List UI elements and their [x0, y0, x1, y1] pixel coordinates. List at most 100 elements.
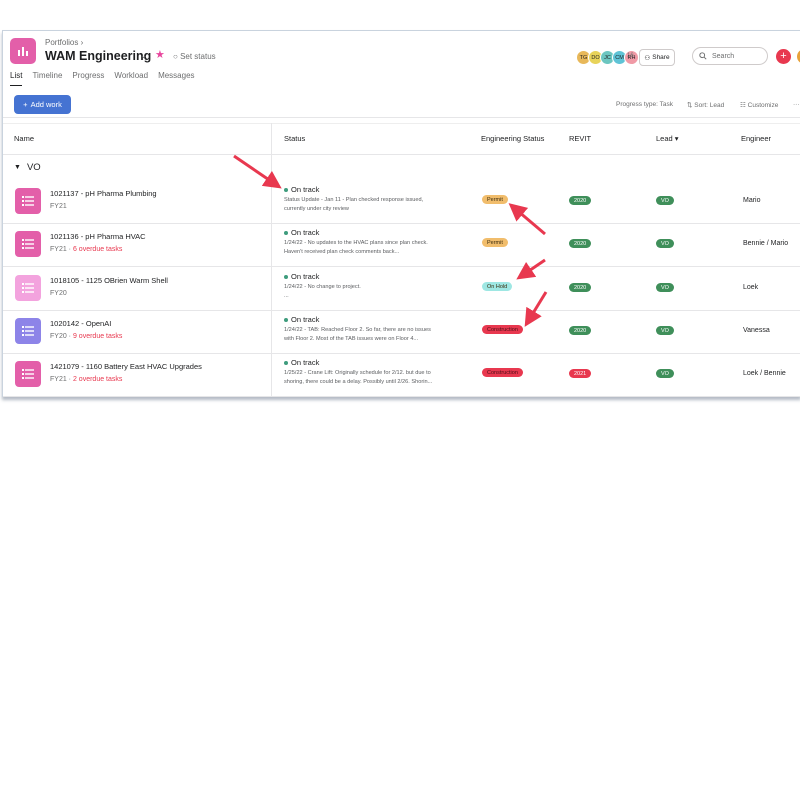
column-header-engineer[interactable]: Engineer — [741, 134, 771, 143]
project-name[interactable]: 1021136 - pH Pharma HVAC — [50, 232, 146, 241]
status-cell[interactable]: On track 1/24/22 - TAB: Reached Floor 2. … — [284, 315, 469, 343]
list-icon — [22, 196, 34, 206]
status-cell[interactable]: On track 1/25/22 - Crane Lift: Originally… — [284, 358, 469, 386]
column-header-revit[interactable]: REVIT — [569, 134, 591, 143]
project-name[interactable]: 1020142 - OpenAI — [50, 319, 111, 328]
engineer-name[interactable]: Vanessa — [743, 327, 770, 334]
revit-badge[interactable]: 2020 — [569, 326, 592, 335]
tab-workload[interactable]: Workload — [114, 71, 148, 86]
engineering-status-badge[interactable]: Construction — [482, 325, 523, 334]
project-name[interactable]: 1018105 - 1125 OBrien Warm Shell — [50, 276, 168, 285]
revit-badge[interactable]: 2020 — [569, 283, 592, 292]
quick-add-button[interactable]: + — [776, 49, 791, 64]
project-list-icon[interactable] — [15, 318, 41, 344]
star-icon[interactable]: ★ — [155, 48, 165, 61]
lead-badge[interactable]: VO — [656, 369, 674, 378]
engineering-status-badge[interactable]: Permit — [482, 238, 508, 247]
tab-list[interactable]: List — [10, 71, 23, 86]
sort-down-icon: ▾ — [674, 134, 679, 143]
project-meta: FY21 · 2 overdue tasks — [50, 376, 123, 383]
app-window: Portfolios › WAM Engineering ⌄ ★ ○ Set s… — [2, 30, 800, 397]
engineer-name[interactable]: Loek — [743, 284, 758, 291]
status-dot-icon — [284, 187, 288, 192]
more-options-button[interactable]: ··· — [793, 101, 800, 108]
page-title[interactable]: WAM Engineering — [45, 49, 151, 63]
engineer-name[interactable]: Loek / Bennie — [743, 370, 786, 377]
sort-button[interactable]: ⇅ Sort: Lead — [687, 101, 724, 109]
portfolio-icon — [18, 47, 28, 56]
status-update-text: ... — [284, 292, 289, 299]
project-list-icon[interactable] — [15, 361, 41, 387]
table-row[interactable]: 1020142 - OpenAI FY20 · 9 overdue tasks On… — [3, 310, 800, 354]
add-work-label: Add work — [30, 100, 62, 109]
share-button[interactable]: ⚇ Share — [639, 49, 675, 66]
overdue-tasks[interactable]: 2 overdue tasks — [73, 376, 122, 383]
set-status-button[interactable]: ○ Set status — [173, 52, 216, 61]
progress-type-button[interactable]: Progress type: Task — [616, 101, 673, 108]
project-list-icon[interactable] — [15, 275, 41, 301]
status-cell[interactable]: On track Status Update - Jan 11 - Plan ch… — [284, 185, 469, 213]
project-list-icon[interactable] — [15, 231, 41, 257]
fiscal-year: FY21 — [50, 376, 67, 383]
add-work-button[interactable]: + Add work — [14, 95, 71, 114]
status-dot-icon — [284, 230, 288, 235]
table-row[interactable]: 1021136 - pH Pharma HVAC FY21 · 6 overdue… — [3, 223, 800, 267]
tab-messages[interactable]: Messages — [158, 71, 194, 86]
engineering-status-badge[interactable]: Permit — [482, 195, 508, 204]
search-input[interactable]: Search — [692, 47, 768, 65]
project-icon[interactable] — [10, 38, 36, 64]
tab-timeline[interactable]: Timeline — [32, 71, 62, 86]
status-dot-icon — [284, 360, 288, 365]
project-name[interactable]: 1421079 - 1160 Battery East HVAC Upgrade… — [50, 362, 202, 371]
status-label: On track — [291, 358, 320, 367]
table-row[interactable]: 1021137 - pH Pharma Plumbing FY21 On track… — [3, 180, 800, 224]
revit-badge[interactable]: 2020 — [569, 239, 592, 248]
lead-badge[interactable]: VO — [656, 196, 674, 205]
set-status-label: Set status — [180, 52, 216, 61]
column-header-lead[interactable]: Lead ▾ — [656, 134, 679, 143]
table-row[interactable]: 1421079 - 1160 Battery East HVAC Upgrade… — [3, 353, 800, 397]
list-icon — [22, 326, 34, 336]
group-header[interactable]: ▼ VO — [14, 162, 41, 173]
column-header-row: Name Status Engineering Status REVIT Lea… — [3, 123, 800, 155]
engineering-status-badge[interactable]: On Hold — [482, 282, 513, 291]
tab-progress[interactable]: Progress — [72, 71, 104, 86]
overdue-tasks[interactable]: 9 overdue tasks — [73, 333, 122, 340]
project-list-icon[interactable] — [15, 188, 41, 214]
customize-button[interactable]: ☷ Customize — [740, 101, 778, 109]
column-header-name[interactable]: Name — [14, 134, 34, 143]
status-update-text: Status Update - Jan 11 - Plan checked re… — [284, 197, 424, 203]
project-meta: FY21 — [50, 203, 67, 210]
member-count[interactable]: 16 — [627, 53, 634, 59]
overdue-tasks[interactable]: 6 overdue tasks — [73, 246, 122, 253]
engineering-status-badge[interactable]: Construction — [482, 368, 523, 377]
engineer-name[interactable]: Bennie / Mario — [743, 240, 788, 247]
status-cell[interactable]: On track 1/24/22 - No change to project..… — [284, 272, 469, 300]
revit-badge[interactable]: 2020 — [569, 196, 592, 205]
project-name[interactable]: 1021137 - pH Pharma Plumbing — [50, 189, 157, 198]
column-header-engineering-status[interactable]: Engineering Status — [481, 134, 544, 143]
sort-icon: ⇅ — [687, 102, 693, 109]
status-dot-icon — [284, 317, 288, 322]
caret-down-icon: ▼ — [14, 164, 21, 171]
status-update-text: currently under city review — [284, 205, 349, 212]
engineer-name[interactable]: Mario — [743, 197, 761, 204]
view-tabs: List Timeline Progress Workload Messages — [10, 71, 195, 86]
status-cell[interactable]: On track 1/24/22 - No updates to the HVAC… — [284, 228, 469, 256]
lead-badge[interactable]: VO — [656, 239, 674, 248]
share-label: Share — [652, 54, 670, 61]
status-label: On track — [291, 315, 320, 324]
search-placeholder: Search — [712, 52, 735, 60]
search-icon — [699, 52, 707, 60]
column-header-status[interactable]: Status — [284, 134, 305, 143]
table-row[interactable]: 1018105 - 1125 OBrien Warm Shell FY20 On t… — [3, 267, 800, 311]
project-header: Portfolios › WAM Engineering ⌄ ★ ○ Set s… — [3, 31, 800, 118]
chevron-down-icon[interactable]: ⌄ — [140, 50, 148, 61]
customize-label: Customize — [747, 102, 779, 109]
fiscal-year: FY20 — [50, 333, 67, 340]
lead-badge[interactable]: VO — [656, 283, 674, 292]
fiscal-year: FY21 — [50, 203, 67, 210]
breadcrumb[interactable]: Portfolios › — [45, 38, 83, 47]
lead-badge[interactable]: VO — [656, 326, 674, 335]
revit-badge[interactable]: 2021 — [569, 369, 592, 378]
